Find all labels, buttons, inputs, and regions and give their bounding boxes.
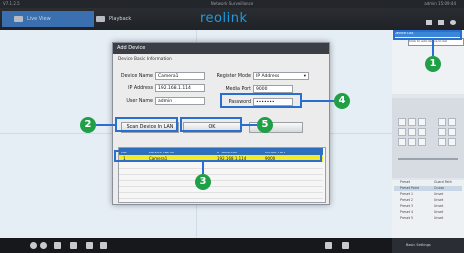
- callout-1: 1: [425, 56, 441, 72]
- tab-playback-label: Playback: [109, 16, 132, 22]
- preset-state: Cruise: [434, 186, 445, 190]
- preset-state: Unset: [434, 210, 444, 214]
- preset-row[interactable]: Preset 5 Unset: [394, 216, 462, 221]
- highlight-password-field: [220, 93, 302, 108]
- ptz-up-button[interactable]: [408, 118, 416, 126]
- snapshot-icon[interactable]: [86, 242, 93, 249]
- callout-line-2: [96, 124, 115, 126]
- chevron-down-icon: ▾: [303, 74, 306, 79]
- device-name-field[interactable]: Camera1: [155, 72, 205, 80]
- reolink-logo: reolink: [200, 11, 248, 26]
- ptz-up-left-button[interactable]: [398, 118, 406, 126]
- playback-icon: [96, 16, 105, 22]
- preset-name: Preset 3: [400, 204, 413, 208]
- speed-slider[interactable]: [398, 158, 458, 160]
- ptz-control-panel: [392, 98, 464, 178]
- preset-name: Preset 2: [400, 198, 413, 202]
- preset-row[interactable]: Preset 3 Unset: [394, 204, 462, 209]
- preset-state: Unset: [434, 216, 444, 220]
- register-mode-value: IP Address: [256, 74, 280, 79]
- callout-line-5: [242, 124, 257, 126]
- preset-state: Unset: [434, 198, 444, 202]
- tab-playback[interactable]: Playback: [94, 11, 156, 27]
- record-icon[interactable]: [30, 242, 37, 249]
- register-mode-label: Register Mode: [216, 74, 251, 79]
- preset-name: Preset 4: [400, 210, 413, 214]
- focus-in-button[interactable]: [448, 128, 456, 136]
- callout-4: 4: [334, 93, 350, 109]
- layout-icon[interactable]: [438, 20, 444, 25]
- callout-line-1: [432, 40, 434, 56]
- preset-state: Unset: [434, 204, 444, 208]
- preset-state: Unset: [434, 192, 444, 196]
- callout-2: 2: [80, 117, 96, 133]
- highlight-ok-button: [180, 117, 242, 132]
- preset-name: Preset Point: [400, 186, 419, 190]
- ptz-down-right-button[interactable]: [418, 138, 426, 146]
- ip-address-label: IP Address: [128, 86, 153, 91]
- ptz-down-button[interactable]: [408, 138, 416, 146]
- stream-icon[interactable]: [70, 242, 77, 249]
- talk-icon[interactable]: [40, 242, 47, 249]
- basic-settings-bar[interactable]: Basic Settings: [392, 238, 464, 253]
- media-port-field[interactable]: 9000: [253, 85, 293, 93]
- audio-icon[interactable]: [54, 242, 61, 249]
- gear-icon[interactable]: [450, 20, 456, 25]
- title-bar: V7.1.2.5 Network Surveillance admin 15:0…: [0, 0, 464, 8]
- section-label: Device Basic Information: [118, 57, 172, 62]
- empty-row: [119, 192, 323, 199]
- focus-button[interactable]: [438, 128, 446, 136]
- user-name-label: User Name: [126, 99, 153, 104]
- zoom-button[interactable]: [438, 118, 446, 126]
- device-name-label: Device Name: [120, 74, 153, 79]
- preset-row[interactable]: Preset 4 Unset: [394, 210, 462, 215]
- user-name-field[interactable]: admin: [155, 97, 205, 105]
- preset-table: Preset Guard Path Preset Point Cruise Pr…: [392, 180, 464, 238]
- preset-name: Preset 5: [400, 216, 413, 220]
- media-port-label: Media Port: [225, 87, 251, 92]
- preset-name: Preset 1: [400, 192, 413, 196]
- user-time: admin 15:09:44: [424, 1, 456, 6]
- preset-row[interactable]: Preset 1 Unset: [394, 192, 462, 197]
- preset-header: Preset Guard Path: [394, 180, 462, 185]
- ptz-center-button[interactable]: [408, 128, 416, 136]
- fullscreen-icon[interactable]: [342, 242, 349, 249]
- highlight-device-row: [114, 150, 322, 162]
- preset-row[interactable]: Preset Point Cruise: [394, 186, 462, 191]
- tab-live-view[interactable]: Live View: [2, 11, 94, 27]
- preset-row[interactable]: Preset 2 Unset: [394, 198, 462, 203]
- ptz-right-button[interactable]: [418, 128, 426, 136]
- bottom-toolbar: [0, 238, 392, 253]
- ptz-down-left-button[interactable]: [398, 138, 406, 146]
- video-icon[interactable]: [100, 242, 107, 249]
- tab-live-label: Live View: [27, 16, 51, 22]
- highlight-device-list: [393, 30, 462, 40]
- callout-line-3: [202, 162, 204, 174]
- zoom-in-button[interactable]: [448, 118, 456, 126]
- iris-in-button[interactable]: [448, 138, 456, 146]
- window-title: Network Surveillance: [210, 1, 254, 6]
- camera-icon: [14, 16, 23, 22]
- ip-address-field[interactable]: 192.168.1.114: [155, 84, 205, 92]
- basic-settings-label: Basic Settings: [406, 243, 431, 247]
- highlight-scan-button: [115, 117, 178, 132]
- top-navigation: Live View Playback reolink: [0, 8, 464, 30]
- register-mode-select[interactable]: IP Address ▾: [253, 72, 309, 80]
- callout-5: 5: [257, 117, 273, 133]
- dialog-title: Add Device: [113, 43, 329, 54]
- iris-button[interactable]: [438, 138, 446, 146]
- guard-col-label: Guard Path: [434, 180, 452, 184]
- ptz-left-button[interactable]: [398, 128, 406, 136]
- callout-3: 3: [195, 174, 211, 190]
- clock-label: 15:09:44: [438, 1, 456, 6]
- ptz-up-right-button[interactable]: [418, 118, 426, 126]
- user-label: admin: [424, 1, 437, 6]
- split-screen-icon[interactable]: [325, 242, 332, 249]
- callout-line-4: [302, 100, 334, 102]
- preset-col-label: Preset: [400, 180, 410, 184]
- menu-icon[interactable]: [426, 20, 432, 25]
